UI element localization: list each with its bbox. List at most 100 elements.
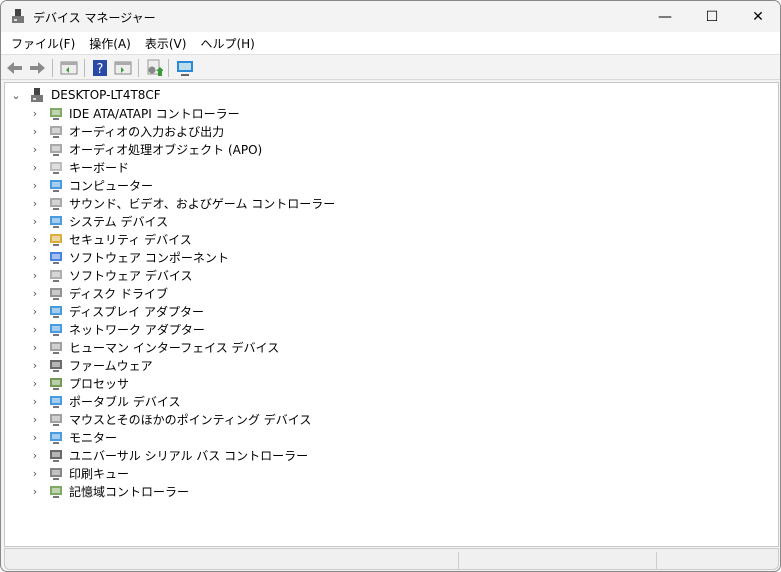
- tree-item[interactable]: › ユニバーサル シリアル バス コントローラー: [30, 446, 308, 464]
- tree-item-label: ポータブル デバイス: [69, 394, 181, 409]
- chevron-right-icon[interactable]: ›: [30, 107, 40, 120]
- tree-item-label: ユニバーサル シリアル バス コントローラー: [69, 448, 309, 463]
- properties-view-icon[interactable]: [60, 59, 78, 77]
- chevron-right-icon[interactable]: ›: [30, 467, 40, 480]
- chevron-right-icon[interactable]: ›: [30, 449, 40, 462]
- tree-item[interactable]: › キーボード: [30, 158, 129, 176]
- tree-item[interactable]: › セキュリティ デバイス: [30, 230, 192, 248]
- tree-item[interactable]: › ポータブル デバイス: [30, 392, 181, 410]
- chevron-right-icon[interactable]: ›: [30, 287, 40, 300]
- speaker-icon: [50, 198, 62, 210]
- tree-item-label: オーディオの入力および出力: [69, 124, 225, 139]
- tree-item[interactable]: › サウンド、ビデオ、およびゲーム コントローラー: [30, 194, 335, 212]
- software-device-icon: [50, 270, 62, 282]
- device-manager-window: デバイス マネージャー — ☐ ✕ ファイル(F) 操作(A) 表示(V) ヘル…: [0, 0, 781, 572]
- tree-item[interactable]: › ソフトウェア デバイス: [30, 266, 193, 284]
- forward-icon[interactable]: [28, 59, 46, 77]
- menu-bar: ファイル(F) 操作(A) 表示(V) ヘルプ(H): [1, 32, 780, 54]
- chevron-down-icon[interactable]: ⌄: [11, 89, 21, 102]
- chevron-right-icon[interactable]: ›: [30, 305, 40, 318]
- system-device-icon: [50, 216, 62, 228]
- tree-item[interactable]: › モニター: [30, 428, 117, 446]
- chevron-right-icon[interactable]: ›: [30, 125, 40, 138]
- chevron-right-icon[interactable]: ›: [30, 413, 40, 426]
- tree-item[interactable]: › マウスとそのほかのポインティング デバイス: [30, 410, 312, 428]
- update-driver-icon[interactable]: [145, 59, 163, 77]
- tree-item-label: マウスとそのほかのポインティング デバイス: [69, 412, 312, 427]
- chevron-right-icon[interactable]: ›: [30, 251, 40, 264]
- back-icon[interactable]: [6, 59, 24, 77]
- tree-item[interactable]: › ソフトウェア コンポーネント: [30, 248, 229, 266]
- tree-item[interactable]: › 印刷キュー: [30, 464, 129, 482]
- menu-view[interactable]: 表示(V): [139, 32, 193, 54]
- hid-icon: [50, 342, 62, 354]
- tree-item[interactable]: › ディスク ドライブ: [30, 284, 168, 302]
- tree-item-label: ソフトウェア コンポーネント: [69, 250, 229, 265]
- tree-item-label: オーディオ処理オブジェクト (APO): [69, 142, 263, 157]
- monitor-icon: [50, 432, 62, 444]
- menu-action[interactable]: 操作(A): [83, 32, 137, 54]
- chevron-right-icon[interactable]: ›: [30, 359, 40, 372]
- tree-item[interactable]: › ファームウェア: [30, 356, 153, 374]
- tree-item[interactable]: › ヒューマン インターフェイス デバイス: [30, 338, 279, 356]
- title-bar: デバイス マネージャー — ☐ ✕: [1, 1, 780, 32]
- speaker-icon: [50, 126, 62, 138]
- tree-item[interactable]: › オーディオの入力および出力: [30, 122, 224, 140]
- chevron-right-icon[interactable]: ›: [30, 431, 40, 444]
- chevron-right-icon[interactable]: ›: [30, 341, 40, 354]
- tree-item-label: プロセッサ: [69, 376, 130, 391]
- tree-item-label: ソフトウェア デバイス: [69, 268, 193, 283]
- tree-item-label: ヒューマン インターフェイス デバイス: [69, 340, 280, 355]
- close-button[interactable]: ✕: [735, 1, 780, 32]
- chevron-right-icon[interactable]: ›: [30, 377, 40, 390]
- chevron-right-icon[interactable]: ›: [30, 269, 40, 282]
- tree-item[interactable]: › 記憶域コントローラー: [30, 482, 189, 500]
- toolbar: ?: [1, 54, 780, 80]
- tree-item-label: ネットワーク アダプター: [69, 322, 205, 337]
- firmware-icon: [50, 360, 62, 372]
- chevron-right-icon[interactable]: ›: [30, 395, 40, 408]
- tree-item[interactable]: › オーディオ処理オブジェクト (APO): [30, 140, 262, 158]
- portable-device-icon: [50, 396, 62, 408]
- chevron-right-icon[interactable]: ›: [30, 215, 40, 228]
- mouse-icon: [50, 414, 62, 426]
- tree-item[interactable]: › ディスプレイ アダプター: [30, 302, 204, 320]
- tree-item[interactable]: › コンピューター: [30, 176, 153, 194]
- display-adapter-icon: [50, 306, 62, 318]
- tree-item-label: システム デバイス: [69, 214, 169, 229]
- chevron-right-icon[interactable]: ›: [30, 485, 40, 498]
- software-component-icon: [50, 252, 62, 264]
- tree-item-label: コンピューター: [69, 178, 154, 193]
- processor-icon: [50, 378, 62, 390]
- minimize-button[interactable]: —: [642, 1, 688, 32]
- chevron-right-icon[interactable]: ›: [30, 143, 40, 156]
- tree-item[interactable]: › システム デバイス: [30, 212, 168, 230]
- tree-item-label: モニター: [69, 430, 118, 445]
- tree-root[interactable]: ⌄ DESKTOP-LT4T8CF: [11, 86, 161, 104]
- status-bar: [4, 548, 779, 570]
- network-adapter-icon: [50, 324, 62, 336]
- tree-item-label: IDE ATA/ATAPI コントローラー: [69, 106, 240, 121]
- tree-item-label: 記憶域コントローラー: [69, 484, 190, 499]
- chevron-right-icon[interactable]: ›: [30, 197, 40, 210]
- chevron-right-icon[interactable]: ›: [30, 323, 40, 336]
- maximize-button[interactable]: ☐: [689, 1, 735, 32]
- tree-item-label: ファームウェア: [69, 358, 153, 373]
- help-icon[interactable]: ?: [91, 59, 109, 77]
- chevron-right-icon[interactable]: ›: [30, 161, 40, 174]
- action-pane-icon[interactable]: [114, 59, 132, 77]
- tree-item[interactable]: › プロセッサ: [30, 374, 129, 392]
- chevron-right-icon[interactable]: ›: [30, 179, 40, 192]
- svg-text:?: ?: [97, 62, 104, 77]
- tree-item-label: ディスプレイ アダプター: [69, 304, 204, 319]
- device-tree: ⌄ DESKTOP-LT4T8CF › IDE ATA/ATAPI コントローラ…: [4, 82, 779, 547]
- tree-item[interactable]: › IDE ATA/ATAPI コントローラー: [30, 104, 240, 122]
- device-manager-icon: [12, 9, 24, 23]
- ide-controller-icon: [50, 108, 62, 120]
- scan-hardware-icon[interactable]: [176, 59, 194, 77]
- window-title: デバイス マネージャー: [33, 11, 156, 25]
- chevron-right-icon[interactable]: ›: [30, 233, 40, 246]
- menu-file[interactable]: ファイル(F): [5, 32, 81, 54]
- tree-item[interactable]: › ネットワーク アダプター: [30, 320, 205, 338]
- menu-help[interactable]: ヘルプ(H): [194, 32, 260, 54]
